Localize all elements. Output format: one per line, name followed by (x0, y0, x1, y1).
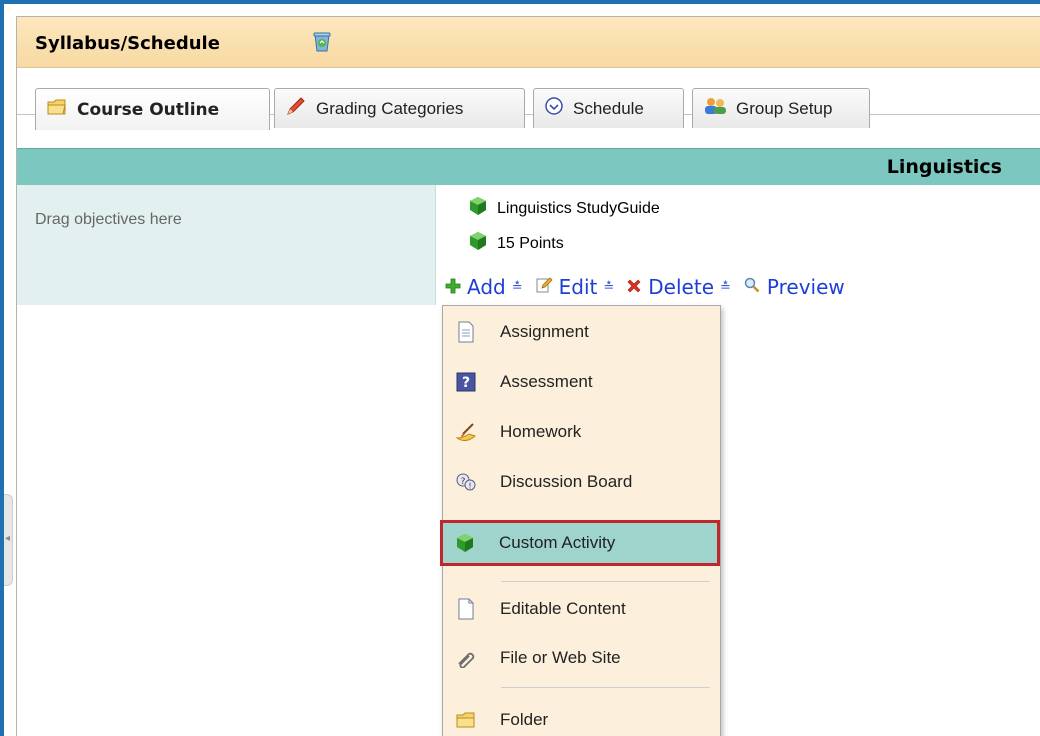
svg-text:?: ? (462, 375, 470, 391)
question-icon: ? (454, 370, 478, 394)
menu-separator (501, 687, 710, 688)
menu-item-label: Custom Activity (499, 533, 616, 552)
dropzone-text: Drag objectives here (35, 211, 182, 228)
svg-text:!: ! (468, 482, 471, 491)
syllabus-panel: Syllabus/Schedule Course Outline Grading… (16, 16, 1040, 736)
course-title: Linguistics (886, 156, 1002, 178)
tab-label: Schedule (573, 98, 644, 118)
menu-item-folder[interactable]: Folder (444, 700, 719, 736)
magnifier-icon (743, 275, 761, 299)
menu-item-label: Discussion Board (500, 472, 633, 491)
activity-label: 15 Points (497, 234, 564, 252)
menu-item-label: Editable Content (500, 599, 626, 618)
green-cube-icon (467, 230, 489, 257)
tab-group-setup[interactable]: Group Setup (692, 88, 870, 128)
title-bar: Syllabus/Schedule (17, 17, 1040, 68)
preview-button[interactable]: Preview (743, 275, 845, 299)
menu-item-label: Homework (500, 422, 582, 441)
document-icon (454, 320, 478, 344)
menu-item-custom-activity[interactable]: Custom Activity (440, 520, 720, 566)
objectives-dropzone[interactable]: Drag objectives here (17, 185, 436, 305)
tab-grading-categories[interactable]: Grading Categories (274, 88, 525, 128)
chevron-down-icon[interactable]: ≛ (603, 280, 614, 295)
chevron-down-icon[interactable]: ≛ (720, 280, 731, 295)
delete-x-icon (626, 275, 642, 299)
tab-course-outline[interactable]: Course Outline (35, 88, 270, 130)
menu-item-label: Assignment (500, 322, 589, 341)
plus-icon (445, 275, 461, 299)
delete-label: Delete (648, 275, 714, 299)
menu-item-homework[interactable]: Homework (444, 412, 719, 452)
menu-item-label: File or Web Site (500, 648, 621, 667)
clock-icon (544, 96, 564, 121)
menu-item-assessment[interactable]: ? Assessment (444, 362, 719, 402)
edit-icon (535, 275, 553, 299)
tab-bar: Course Outline Grading Categories Schedu… (17, 68, 1040, 130)
homework-icon (454, 420, 478, 444)
add-label: Add (467, 275, 506, 299)
delete-button[interactable]: Delete (626, 275, 714, 299)
action-toolbar: Add ≛ Edit ≛ Delete ≛ Preview (445, 275, 845, 299)
blank-page-icon (454, 597, 478, 621)
menu-item-discussion-board[interactable]: ?! Discussion Board (444, 462, 719, 502)
menu-item-label: Folder (500, 710, 549, 729)
pencil-icon (285, 96, 307, 121)
tab-schedule[interactable]: Schedule (533, 88, 684, 128)
menu-item-label: Assessment (500, 372, 593, 391)
menu-separator (501, 581, 710, 582)
add-dropdown-menu: Assignment ? Assessment Homework ?! Disc… (440, 305, 721, 736)
page-title: Syllabus/Schedule (35, 33, 220, 54)
green-cube-icon (467, 195, 489, 222)
preview-label: Preview (766, 275, 845, 299)
menu-item-editable-content[interactable]: Editable Content (444, 589, 719, 629)
add-button[interactable]: Add (445, 275, 506, 299)
folder-icon (46, 97, 68, 122)
tab-label: Course Outline (77, 99, 220, 120)
activity-label: Linguistics StudyGuide (497, 199, 660, 217)
activity-item[interactable]: Linguistics StudyGuide (467, 195, 660, 222)
tab-label: Grading Categories (316, 98, 464, 118)
group-icon (703, 97, 727, 120)
recycle-bin-icon[interactable] (310, 30, 334, 54)
chevron-left-icon: ◂ (5, 533, 11, 544)
edit-label: Edit (558, 275, 598, 299)
menu-item-file-or-web-site[interactable]: File or Web Site (444, 638, 719, 678)
activity-item[interactable]: 15 Points (467, 230, 564, 257)
window-frame: Syllabus/Schedule Course Outline Grading… (0, 0, 1040, 736)
paperclip-icon (454, 646, 478, 670)
collapse-handle[interactable]: ◂ (4, 494, 13, 586)
tab-label: Group Setup (736, 98, 833, 118)
discussion-icon: ?! (454, 470, 478, 494)
edit-button[interactable]: Edit (535, 275, 598, 299)
folder-icon (454, 708, 478, 732)
chevron-down-icon[interactable]: ≛ (512, 280, 523, 295)
menu-item-assignment[interactable]: Assignment (444, 312, 719, 352)
green-cube-icon (453, 531, 477, 555)
course-header: Linguistics (17, 148, 1040, 185)
